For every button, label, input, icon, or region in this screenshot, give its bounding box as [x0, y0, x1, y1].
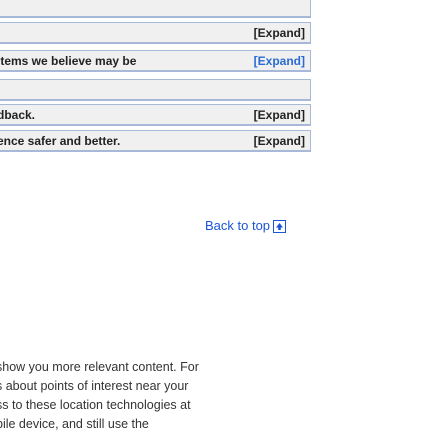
collapsible-row: ence safer and better. [Expand]	[0, 130, 311, 152]
collapsible-row: items we believe may be [Expand]	[0, 50, 311, 72]
page: [Expand] items we believe may be [Expand…	[0, 0, 448, 448]
expand-link[interactable]: [Expand]	[254, 54, 305, 68]
expand-link[interactable]: [Expand]	[254, 26, 305, 40]
collapsible-row	[0, 79, 311, 101]
body-paragraph: show you more relevant content. For s ab…	[0, 358, 326, 434]
expand-link[interactable]: [Expand]	[254, 134, 305, 148]
row-text: ence safer and better.	[0, 134, 121, 148]
row-text: dback.	[0, 108, 36, 122]
back-to-top-label: Back to top	[205, 218, 271, 233]
back-to-top-link[interactable]: Back to top	[205, 218, 287, 236]
row-text: items we believe may be	[0, 54, 137, 68]
paragraph-line: s about points of interest near your	[0, 379, 189, 393]
paragraph-line: bile device, and still use the	[0, 417, 149, 431]
expand-link[interactable]: [Expand]	[254, 108, 305, 122]
collapsible-row	[0, 0, 311, 18]
arrow-up-square-icon	[273, 220, 287, 236]
paragraph-line: show you more relevant content. For	[0, 360, 199, 374]
collapsible-row: dback. [Expand]	[0, 104, 311, 126]
paragraph-line: ss to these location technologies at	[0, 398, 191, 412]
collapsible-row: [Expand]	[0, 22, 311, 44]
